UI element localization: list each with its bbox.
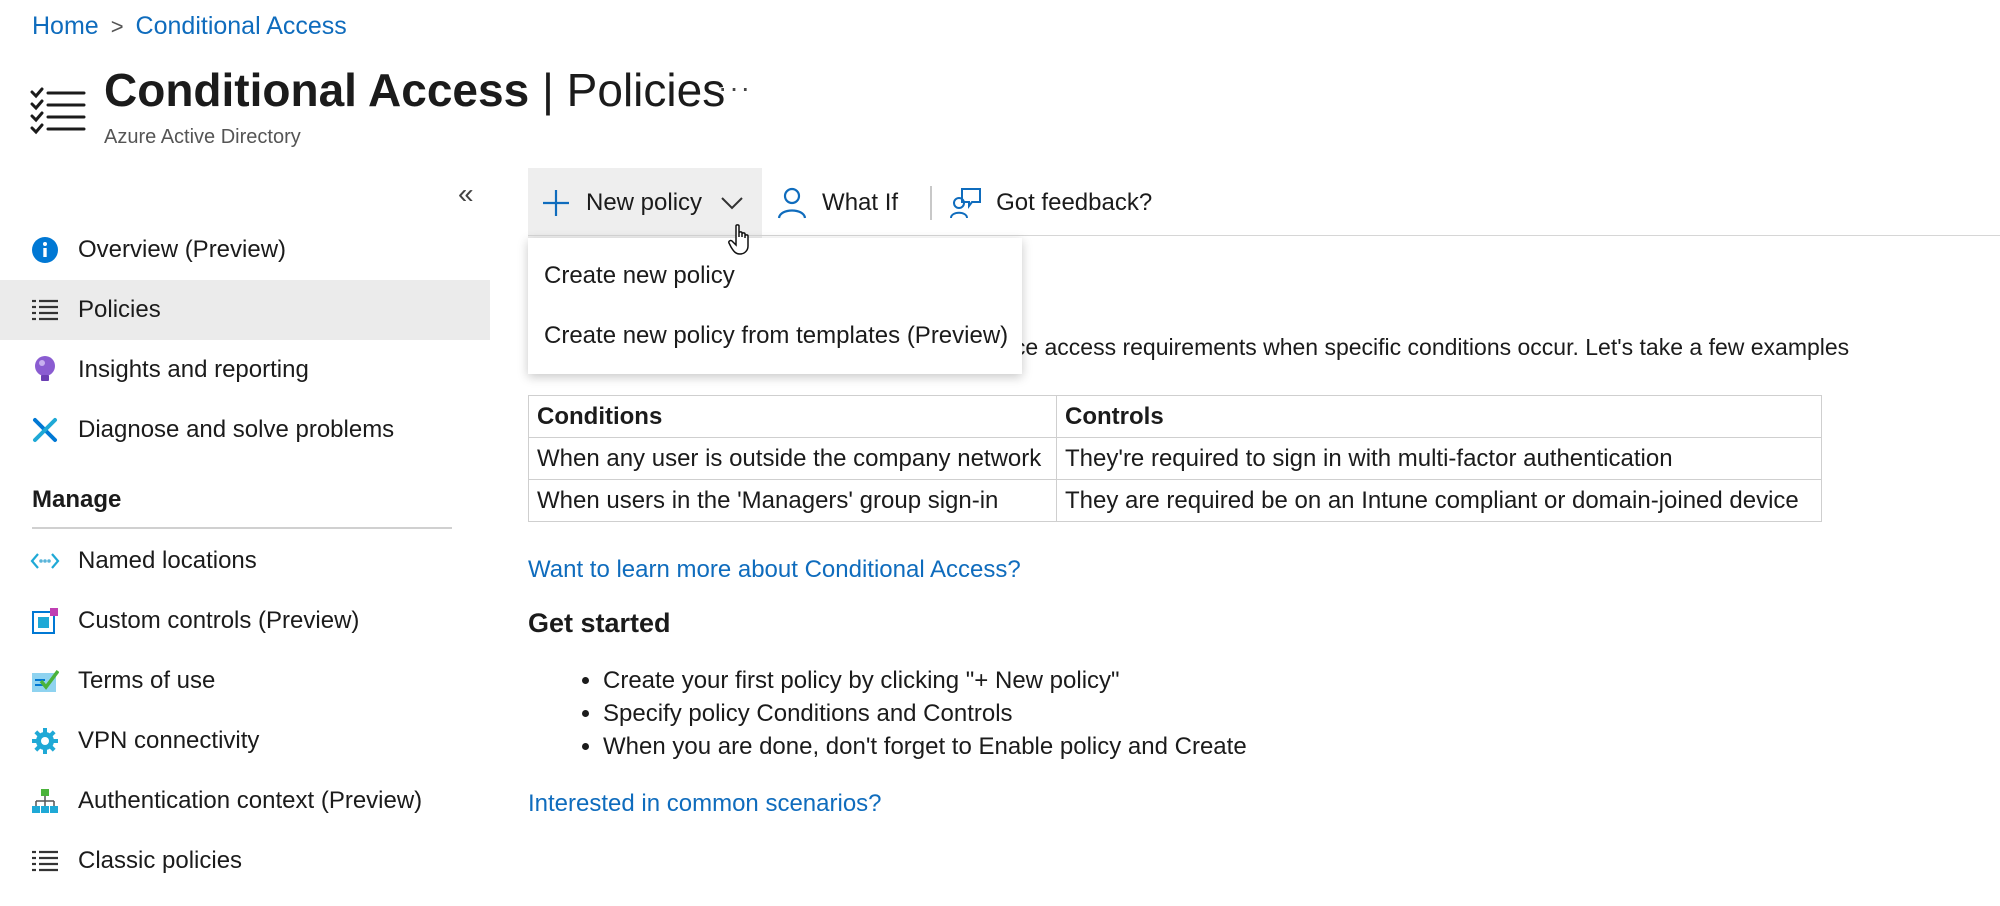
sidebar-item-insights[interactable]: Insights and reporting: [0, 340, 490, 400]
get-started-heading: Get started: [528, 608, 671, 638]
breadcrumb-separator: >: [110, 13, 124, 39]
sidebar-item-label: Policies: [78, 296, 161, 323]
sidebar-item-label: Diagnose and solve problems: [78, 416, 395, 443]
learn-more-link[interactable]: Want to learn more about Conditional Acc…: [528, 556, 1021, 584]
new-policy-dropdown: Create new policy Create new policy from…: [528, 238, 1022, 374]
conditions-table: Conditions Controls When any user is out…: [528, 395, 1822, 522]
sidebar-item-diagnose[interactable]: Diagnose and solve problems: [0, 400, 490, 460]
table-header-row: Conditions Controls: [528, 395, 1822, 438]
plus-icon: [540, 187, 572, 219]
column-header: Conditions: [528, 395, 1057, 438]
table-row: When any user is outside the company net…: [528, 437, 1822, 480]
sidebar-item-vpn[interactable]: VPN connectivity: [0, 711, 490, 771]
checkmark-doc-icon: [30, 666, 60, 696]
breadcrumb: Home > Conditional Access: [32, 12, 347, 41]
feedback-icon: [950, 187, 982, 219]
sidebar-item-policies[interactable]: Policies: [0, 280, 490, 340]
menu-item-create-new-policy[interactable]: Create new policy: [528, 246, 1022, 306]
feedback-button[interactable]: Got feedback?: [950, 168, 1166, 238]
checklist-icon: [30, 87, 86, 135]
common-scenarios-link[interactable]: Interested in common scenarios?: [528, 790, 882, 818]
list-item: Create your first policy by clicking "+ …: [603, 664, 1247, 697]
page-title-suffix: | Policies: [529, 64, 726, 116]
what-if-button[interactable]: What If: [762, 168, 912, 238]
column-header: Controls: [1056, 395, 1822, 438]
list-item: When you are done, don't forget to Enabl…: [603, 730, 1247, 763]
hand-cursor-icon: [728, 224, 749, 255]
chevron-down-icon: [716, 187, 748, 219]
sidebar-item-label: Insights and reporting: [78, 356, 309, 383]
table-cell: When any user is outside the company net…: [528, 437, 1057, 480]
page-header: Conditional Access | Policies Azure Acti…: [30, 62, 725, 149]
list-icon: [30, 295, 60, 325]
info-icon: [30, 235, 60, 265]
menu-item-create-from-templates[interactable]: Create new policy from templates (Previe…: [528, 306, 1022, 366]
new-policy-label: New policy: [586, 189, 703, 216]
sidebar-item-label: Classic policies: [78, 847, 243, 874]
section-divider: [32, 527, 452, 529]
sidebar-item-custom-controls[interactable]: Custom controls (Preview): [0, 591, 490, 651]
breadcrumb-home-link[interactable]: Home: [32, 12, 99, 41]
table-cell: They are required be on an Intune compli…: [1056, 479, 1822, 522]
list-icon: [30, 846, 60, 876]
sidebar-item-label: Terms of use: [78, 667, 216, 694]
sidebar-item-label: Named locations: [78, 547, 257, 574]
list-item: Specify policy Conditions and Controls: [603, 697, 1247, 730]
collapse-sidebar-button[interactable]: «: [458, 178, 474, 210]
page-subtitle: Azure Active Directory: [104, 126, 301, 148]
breadcrumb-current-link[interactable]: Conditional Access: [136, 12, 347, 41]
sidebar-item-named-locations[interactable]: Named locations: [0, 531, 490, 591]
more-options-button[interactable]: ···: [718, 72, 752, 104]
page-title-main: Conditional Access: [104, 64, 530, 116]
sidebar-item-auth-context[interactable]: Authentication context (Preview): [0, 771, 490, 831]
toolbar-divider: [930, 186, 933, 220]
new-policy-button[interactable]: New policy: [528, 168, 763, 238]
custom-controls-icon: [30, 606, 60, 636]
sidebar-item-label: Overview (Preview): [78, 236, 287, 263]
sidebar-item-terms-of-use[interactable]: Terms of use: [0, 651, 490, 711]
network-icon: [30, 546, 60, 576]
gear-icon: [30, 726, 60, 756]
manage-list: Named locations Custom controls (Preview…: [0, 531, 490, 891]
page-title: Conditional Access | Policies: [104, 62, 725, 118]
sidebar-item-classic-policies[interactable]: Classic policies: [0, 831, 490, 891]
table-cell: When users in the 'Managers' group sign-…: [528, 479, 1057, 522]
wrench-icon: [30, 415, 60, 445]
what-if-label: What If: [822, 189, 899, 216]
sidebar-item-overview[interactable]: Overview (Preview): [0, 220, 490, 280]
manage-section-label: Manage: [32, 486, 122, 513]
feedback-label: Got feedback?: [996, 189, 1153, 216]
lightbulb-icon: [30, 355, 60, 385]
sidebar-item-label: VPN connectivity: [78, 727, 260, 754]
hierarchy-icon: [30, 786, 60, 816]
person-icon: [776, 187, 808, 219]
command-bar: New policy What If Got feedback?: [528, 168, 1166, 238]
sidebar-item-label: Authentication context (Preview): [78, 787, 423, 814]
sidebar: Overview (Preview) Policies Insights and…: [0, 220, 490, 460]
sidebar-item-label: Custom controls (Preview): [78, 607, 360, 634]
table-row: When users in the 'Managers' group sign-…: [528, 479, 1822, 522]
table-cell: They're required to sign in with multi-f…: [1056, 437, 1822, 480]
steps-list: Create your first policy by clicking "+ …: [528, 664, 1247, 763]
